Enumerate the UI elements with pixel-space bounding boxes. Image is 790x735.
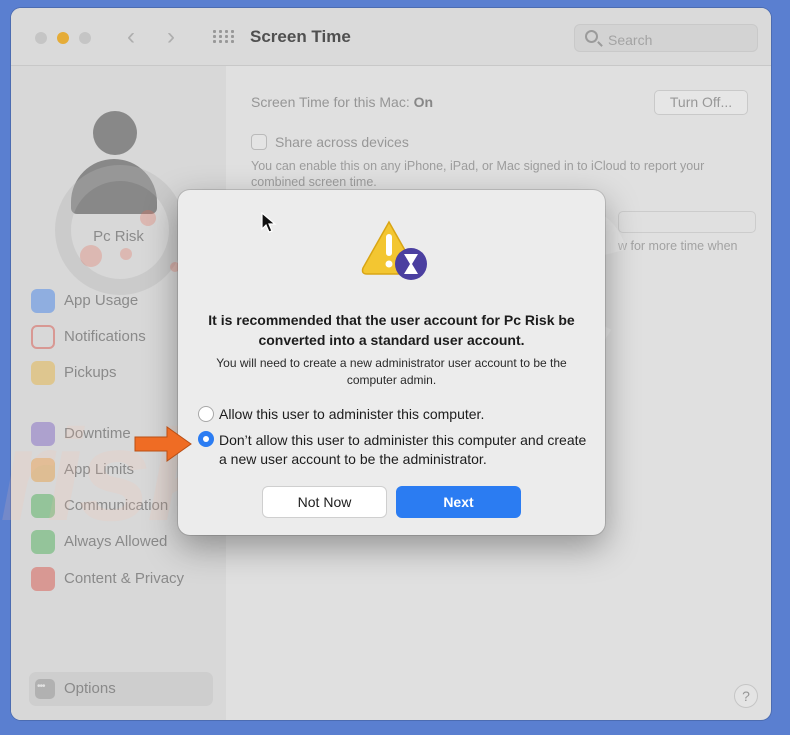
- not-now-button[interactable]: Not Now: [262, 486, 387, 518]
- warning-hourglass-icon: [361, 220, 427, 280]
- allow-admin-radio[interactable]: [198, 406, 214, 422]
- watermark-magnifier: [55, 165, 185, 295]
- orange-arrow-icon: [134, 426, 192, 462]
- convert-account-dialog: It is recommended that the user account …: [178, 190, 605, 535]
- allow-admin-label[interactable]: Allow this user to administer this compu…: [219, 405, 484, 424]
- dialog-message: You will need to create a new administra…: [216, 356, 567, 387]
- dialog-title: It is recommended that the user account …: [208, 312, 575, 348]
- dont-allow-admin-radio[interactable]: [198, 431, 214, 447]
- next-button[interactable]: Next: [396, 486, 521, 518]
- mouse-cursor-icon: [261, 212, 277, 233]
- dont-allow-admin-label[interactable]: Don’t allow this user to administer this…: [219, 431, 591, 469]
